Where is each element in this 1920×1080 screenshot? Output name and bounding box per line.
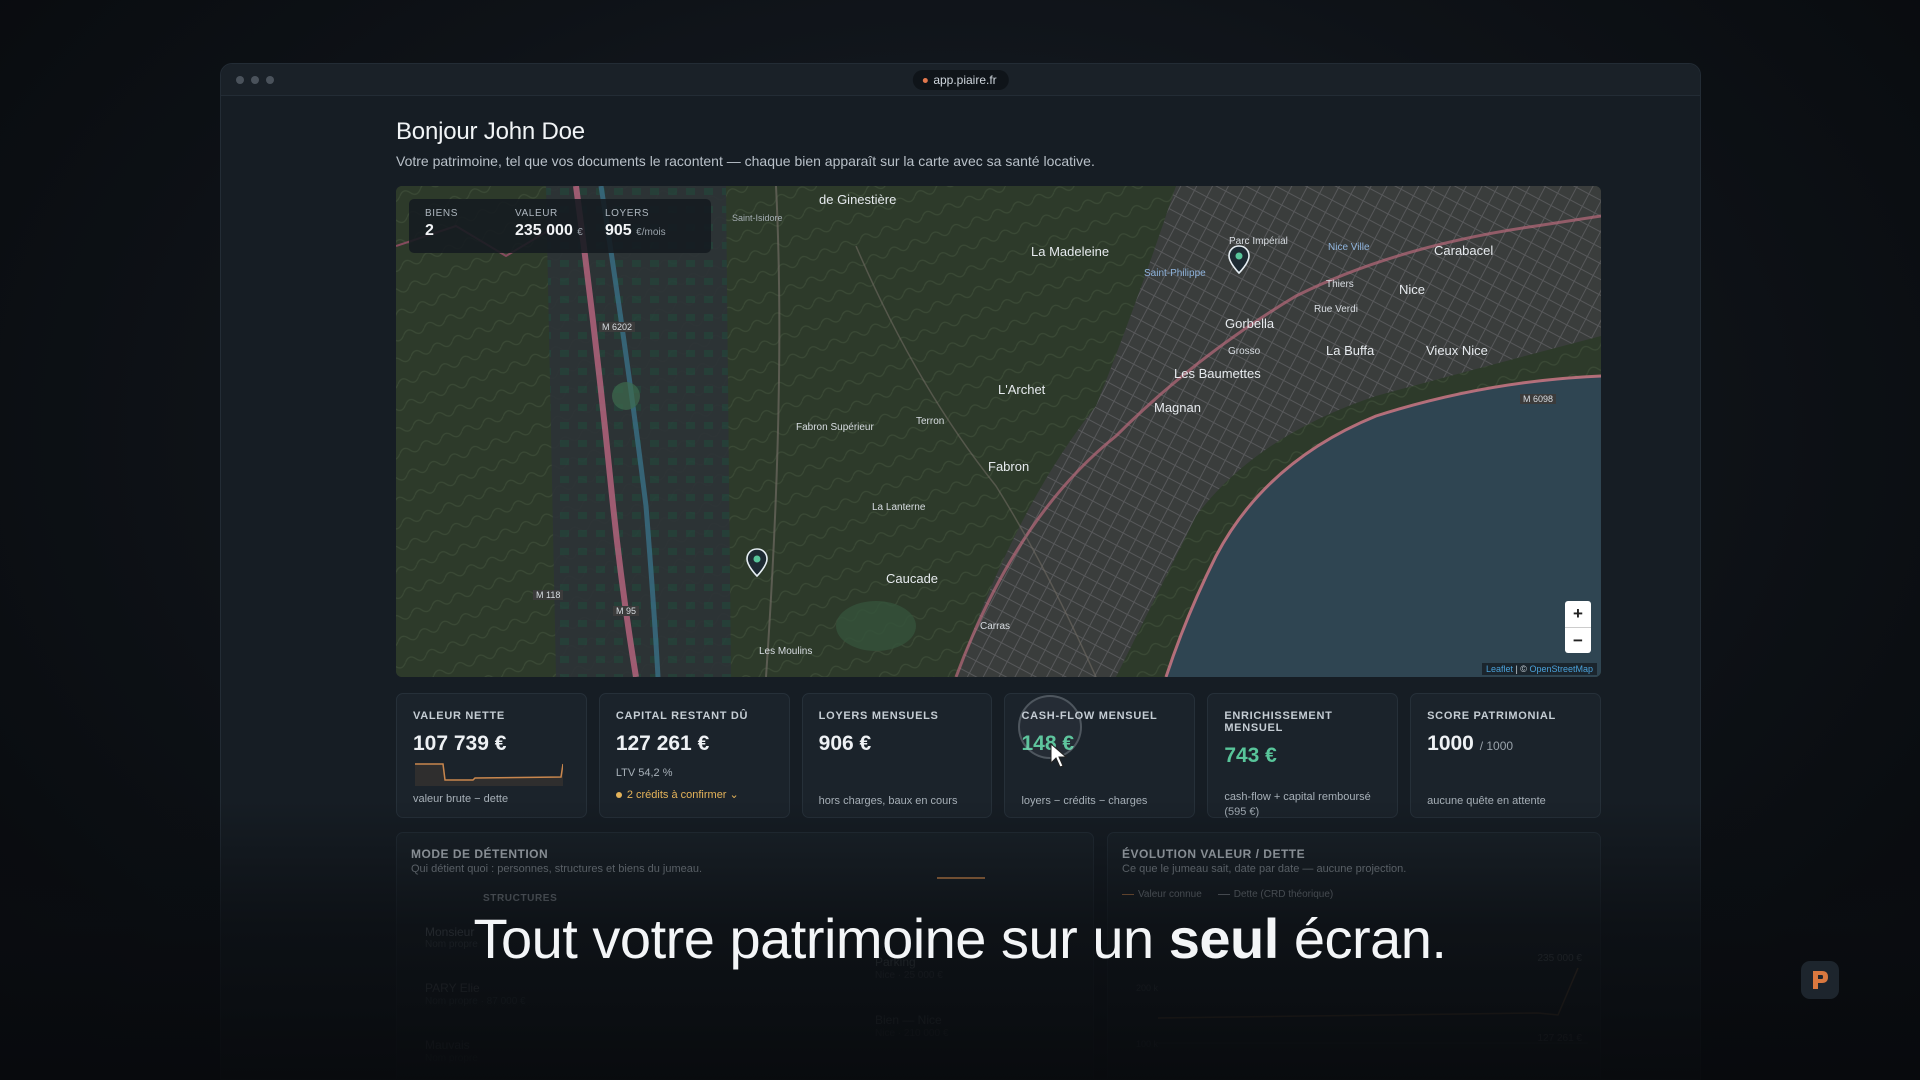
mouse-cursor-icon — [1050, 743, 1068, 768]
minimize-dot[interactable] — [251, 76, 259, 84]
map-label: Les Baumettes — [1174, 366, 1261, 381]
zoom-out-button[interactable]: − — [1565, 627, 1591, 653]
zoom-in-button[interactable]: + — [1565, 601, 1591, 627]
osm-link[interactable]: OpenStreetMap — [1529, 664, 1593, 674]
structure-row[interactable]: PARY Elie — [425, 981, 480, 995]
structures-label: STRUCTURES — [483, 893, 558, 904]
page-title: Bonjour John Doe — [396, 118, 585, 145]
map-label: Nice — [1399, 282, 1426, 297]
map-label: Caucade — [886, 571, 939, 586]
kpi-card-enrichissement[interactable]: ENRICHISSEMENT MENSUEL 743 € cash-flow +… — [1207, 693, 1399, 818]
map-label: Saint-Isidore — [732, 213, 783, 223]
url-bar[interactable]: app.piaire.fr — [912, 70, 1009, 90]
map-label: L'Archet — [998, 382, 1046, 397]
title-bar: app.piaire.fr — [221, 64, 1700, 96]
tab-indicator — [937, 877, 985, 879]
evolution-line-chart — [1158, 967, 1588, 1044]
property-map[interactable]: de Ginestière La Madeleine Saint-Philipp… — [396, 186, 1601, 677]
kpi-card-loyers[interactable]: LOYERS MENSUELS 906 € hors charges, baux… — [801, 693, 993, 818]
map-attribution: Leaflet | © OpenStreetMap — [1481, 663, 1597, 675]
valeur-nette-sparkline — [415, 763, 563, 786]
map-label: Carabacel — [1434, 243, 1494, 258]
stat-biens: BIENS 2 — [425, 208, 459, 239]
bien-row[interactable]: Bien — Nice — [875, 1013, 942, 1027]
map-label: La Buffa — [1326, 343, 1375, 358]
map-label: Vieux Nice — [1426, 343, 1488, 358]
piaire-logo-icon — [1813, 971, 1828, 989]
kpi-card-valeur-nette[interactable]: VALEUR NETTE 107 739 € valeur brute − de… — [396, 693, 587, 818]
map-label: Rue Verdi — [1314, 304, 1358, 315]
axis-tick: 100 k — [1136, 1039, 1159, 1049]
credits-warning-dropdown[interactable]: 2 crédits à confirmer ⌄ — [615, 788, 773, 801]
road-shield: M 6202 — [599, 322, 636, 332]
road-shield: M 6098 — [1520, 394, 1557, 404]
url-text: app.piaire.fr — [933, 73, 997, 87]
map-label: Terron — [916, 416, 945, 427]
map-label: Carras — [980, 621, 1011, 632]
warning-dot-icon — [615, 791, 622, 798]
structure-row[interactable]: Mauvais — [425, 1038, 470, 1052]
property-pin-icon[interactable] — [1227, 245, 1251, 275]
kpi-card-capital-restant[interactable]: CAPITAL RESTANT DÛ 127 261 € LTV 54,2 % … — [598, 693, 790, 818]
close-dot[interactable] — [236, 76, 244, 84]
kpi-row: VALEUR NETTE 107 739 € valeur brute − de… — [396, 693, 1601, 818]
chart-legend: Valeur connue Dette (CRD théorique) — [1122, 889, 1333, 900]
app-logo[interactable] — [1801, 961, 1839, 999]
map-label: Fabron — [988, 459, 1030, 474]
stat-loyers: LOYERS 905 €/mois — [605, 208, 666, 239]
map-label: Gorbella — [1225, 316, 1275, 331]
map-label: de Ginestière — [819, 192, 897, 207]
map-label: Magnan — [1154, 400, 1201, 415]
map-label: Nice Ville — [1328, 242, 1370, 253]
axis-tick: 200 k — [1136, 983, 1159, 993]
map-label: La Madeleine — [1031, 244, 1110, 259]
map-label: Saint-Philippe — [1144, 268, 1206, 279]
window-controls — [236, 76, 274, 84]
road-shield: M 95 — [613, 606, 640, 616]
map-summary-card: BIENS 2 VALEUR 235 000 € LOYERS 905 €/mo… — [409, 199, 711, 253]
map-label: Les Moulins — [759, 646, 813, 657]
road-shield: M 118 — [533, 590, 564, 600]
map-label: Grosso — [1228, 346, 1261, 357]
maximize-dot[interactable] — [266, 76, 274, 84]
secure-dot-icon — [922, 77, 928, 83]
kpi-card-score[interactable]: SCORE PATRIMONIAL 1000 / 1000 aucune quê… — [1410, 693, 1601, 818]
map-label: La Lanterne — [872, 502, 926, 513]
map-label: Thiers — [1326, 279, 1354, 290]
promo-caption: Tout votre patrimoine sur un seul écran. — [473, 907, 1447, 970]
leaflet-link[interactable]: Leaflet — [1486, 664, 1513, 674]
property-pin-icon[interactable] — [745, 548, 769, 578]
stat-valeur: VALEUR 235 000 € — [515, 208, 583, 239]
map-label: Fabron Supérieur — [796, 422, 874, 433]
page-subtitle: Votre patrimoine, tel que vos documents … — [396, 153, 1095, 169]
map-tiles — [396, 186, 1601, 677]
zoom-control: + − — [1565, 601, 1591, 653]
